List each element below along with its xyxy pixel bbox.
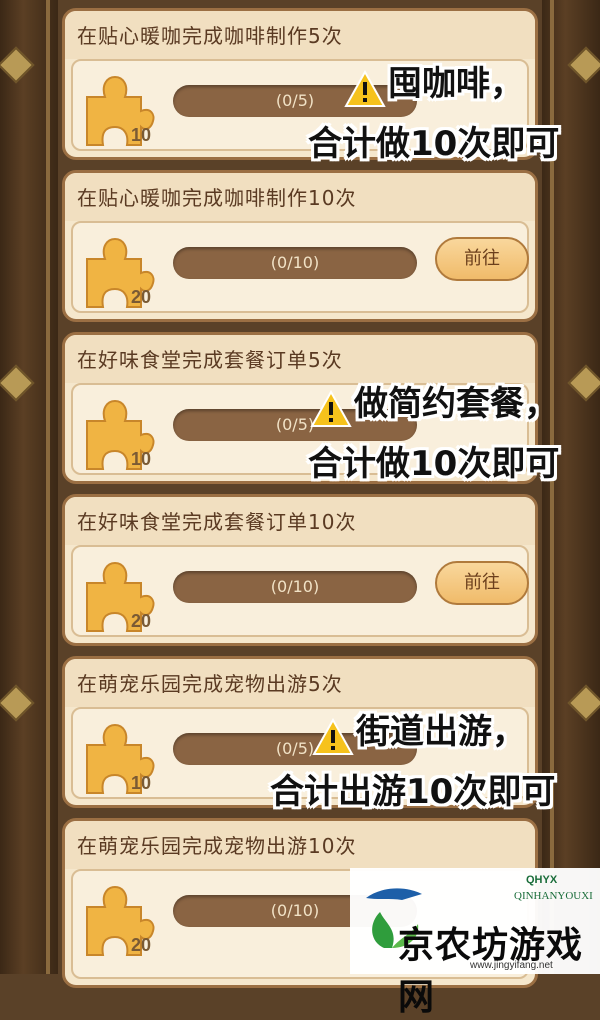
reward-count: 20 (131, 287, 152, 307)
reward-count: 10 (131, 449, 152, 469)
warning-icon (312, 718, 354, 755)
annotation-line: 囤咖啡， (388, 64, 524, 104)
reward-count: 10 (131, 125, 152, 145)
annotation-line: 合计做10次即可 (308, 444, 560, 484)
reward-count: 20 (131, 611, 152, 631)
annotation-line: 合计做10次即可 (308, 124, 560, 164)
warning-icon (344, 70, 386, 107)
warning-icon (310, 390, 352, 427)
task-card: 在贴心暖咖完成咖啡制作10次 20 (0/10) 前往 (62, 170, 538, 322)
annotation-line: 合计出游10次即可 (270, 772, 556, 812)
reward-count: 20 (131, 935, 152, 955)
frame-ornament (0, 364, 35, 402)
task-title: 在萌宠乐园完成宠物出游10次 (65, 821, 535, 869)
frame-ornament (567, 46, 600, 84)
progress-bar: (0/10) (173, 247, 417, 279)
annotation-line: 街道出游， (356, 712, 526, 752)
frame-ornament (0, 46, 35, 84)
watermark-subtitle: QINHANYOUXI (514, 890, 593, 902)
progress-bar: (0/10) (173, 571, 417, 603)
go-button[interactable]: 前往 (435, 237, 529, 281)
frame-ornament (567, 364, 600, 402)
frame-ornament (567, 684, 600, 722)
task-title: 在贴心暖咖完成咖啡制作5次 (65, 11, 535, 59)
task-title: 在好味食堂完成套餐订单5次 (65, 335, 535, 383)
task-title: 在贴心暖咖完成咖啡制作10次 (65, 173, 535, 221)
go-button[interactable]: 前往 (435, 561, 529, 605)
left-frame (0, 0, 58, 974)
reward-count: 10 (131, 773, 152, 793)
task-body: 20 (0/10) 前往 (71, 221, 529, 313)
annotation-line: 做简约套餐， (354, 384, 558, 424)
watermark-brand: QHYX (526, 874, 558, 886)
task-title: 在萌宠乐园完成宠物出游5次 (65, 659, 535, 707)
frame-ornament (0, 684, 35, 722)
site-watermark: QHYX QINHANYOUXI 京农坊游戏网 www.jingyifang.n… (350, 868, 600, 1018)
watermark-url: www.jingyifang.net (470, 960, 553, 971)
task-body: 20 (0/10) 前往 (71, 545, 529, 637)
task-title: 在好味食堂完成套餐订单10次 (65, 497, 535, 545)
frame-rail (46, 0, 50, 974)
task-card: 在好味食堂完成套餐订单10次 20 (0/10) 前往 (62, 494, 538, 646)
